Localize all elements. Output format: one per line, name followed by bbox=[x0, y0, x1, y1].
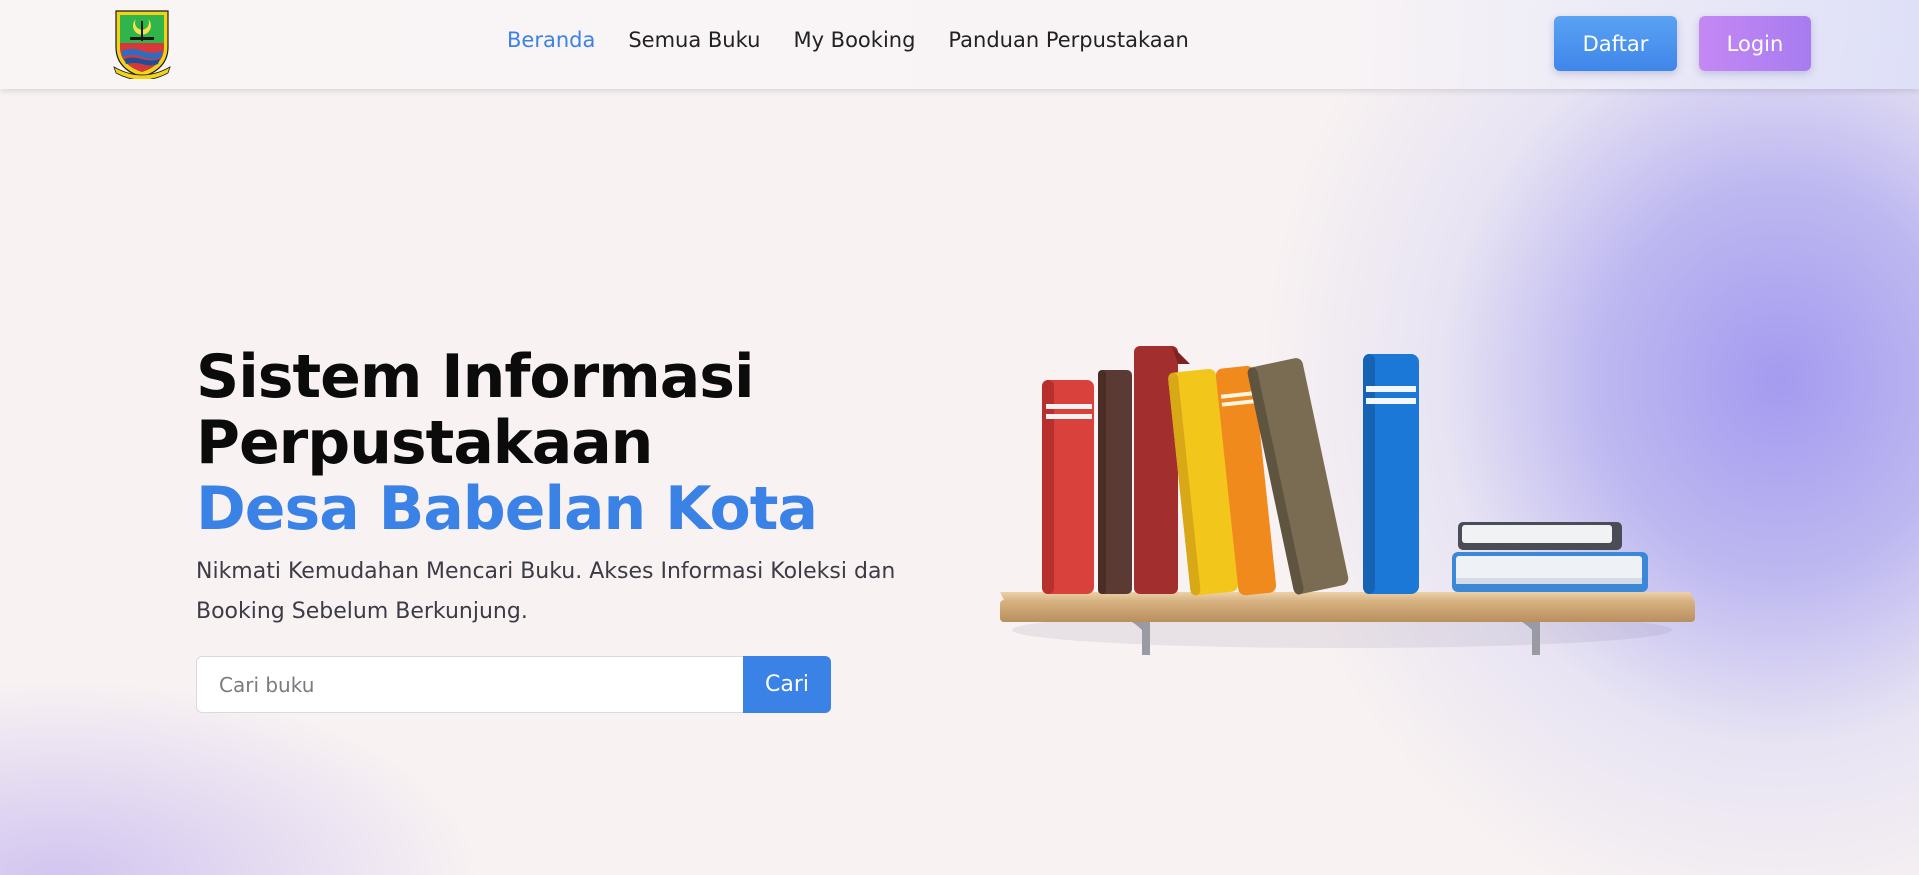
hero-title-line-2: Perpustakaan bbox=[196, 408, 653, 478]
nav-link-panduan-perpustakaan[interactable]: Panduan Perpustakaan bbox=[948, 28, 1188, 52]
bookshelf-illustration bbox=[990, 330, 1710, 670]
search-input[interactable] bbox=[196, 656, 743, 713]
nav-link-my-booking[interactable]: My Booking bbox=[793, 28, 915, 52]
crest-logo-icon bbox=[113, 10, 171, 81]
register-button[interactable]: Daftar bbox=[1554, 16, 1677, 71]
hero-title: Sistem Informasi Perpustakaan Desa Babel… bbox=[196, 342, 818, 544]
search-bar: Cari bbox=[196, 656, 831, 713]
hero-title-line-1: Sistem Informasi bbox=[196, 342, 755, 412]
navbar: Beranda Semua Buku My Booking Panduan Pe… bbox=[0, 0, 1919, 89]
nav-link-beranda[interactable]: Beranda bbox=[507, 28, 595, 52]
site-logo[interactable] bbox=[110, 7, 174, 81]
hero-description: Nikmati Kemudahan Mencari Buku. Akses In… bbox=[196, 559, 896, 624]
bookshelf-icon bbox=[1000, 346, 1695, 655]
main-navigation: Beranda Semua Buku My Booking Panduan Pe… bbox=[507, 28, 1189, 52]
hero-title-line-3: Desa Babelan Kota bbox=[196, 474, 818, 544]
nav-link-semua-buku[interactable]: Semua Buku bbox=[628, 28, 760, 52]
login-button[interactable]: Login bbox=[1699, 16, 1811, 71]
search-button[interactable]: Cari bbox=[743, 656, 831, 713]
